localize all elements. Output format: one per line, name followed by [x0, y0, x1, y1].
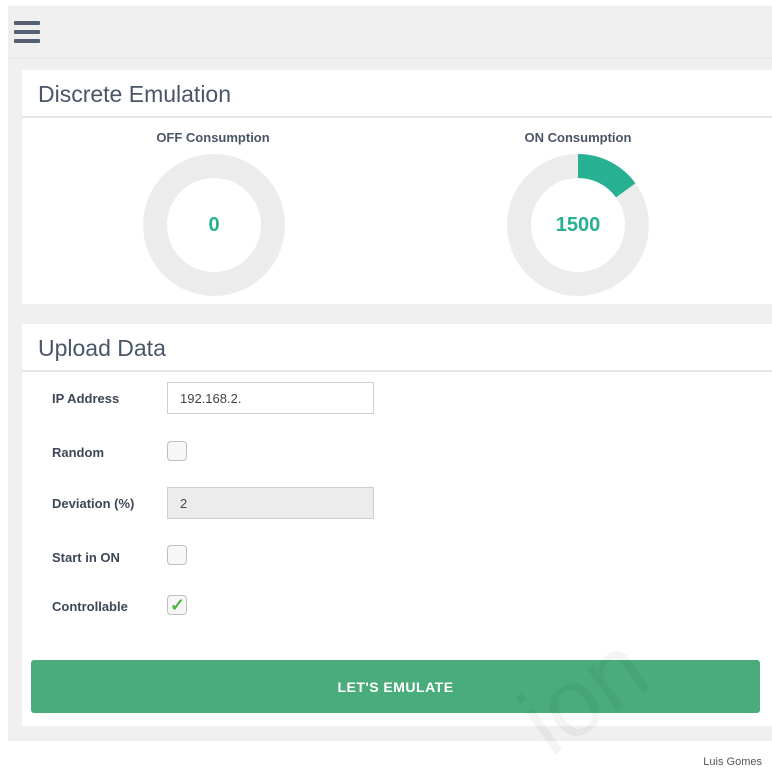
off-consumption-gauge: 0 [143, 154, 285, 296]
controllable-checkbox[interactable]: ✓ [167, 595, 187, 615]
ip-address-input[interactable] [167, 382, 374, 414]
off-consumption-value: 0 [208, 214, 220, 236]
discrete-emulation-panel: Discrete Emulation OFF Consumption 0 ON … [22, 70, 772, 304]
ip-address-label: IP Address [52, 391, 120, 406]
upload-data-panel: Upload Data IP Address Random Deviation … [22, 324, 772, 726]
random-label: Random [52, 445, 104, 460]
panel-title-discrete: Discrete Emulation [38, 81, 232, 107]
footer-credit: Luis Gomes [703, 756, 762, 768]
checkmark-icon: ✓ [170, 595, 186, 615]
hamburger-icon[interactable] [14, 21, 40, 43]
deviation-label: Deviation (%) [52, 496, 135, 511]
off-consumption-label: OFF Consumption [156, 130, 270, 145]
divider [22, 116, 772, 118]
on-consumption-label: ON Consumption [524, 130, 632, 145]
start-in-on-label: Start in ON [52, 550, 120, 565]
top-bar [8, 6, 772, 59]
start-in-on-checkbox[interactable] [167, 545, 187, 565]
panel-title-upload: Upload Data [38, 335, 166, 361]
on-consumption-gauge: 1500 [507, 154, 649, 296]
random-checkbox[interactable] [167, 441, 187, 461]
controllable-label: Controllable [52, 599, 128, 614]
app-container: Discrete Emulation OFF Consumption 0 ON … [8, 6, 772, 741]
on-consumption-value: 1500 [555, 214, 601, 236]
lets-emulate-button[interactable]: LET'S EMULATE [31, 660, 760, 713]
divider [22, 370, 772, 372]
deviation-input[interactable] [167, 487, 374, 519]
